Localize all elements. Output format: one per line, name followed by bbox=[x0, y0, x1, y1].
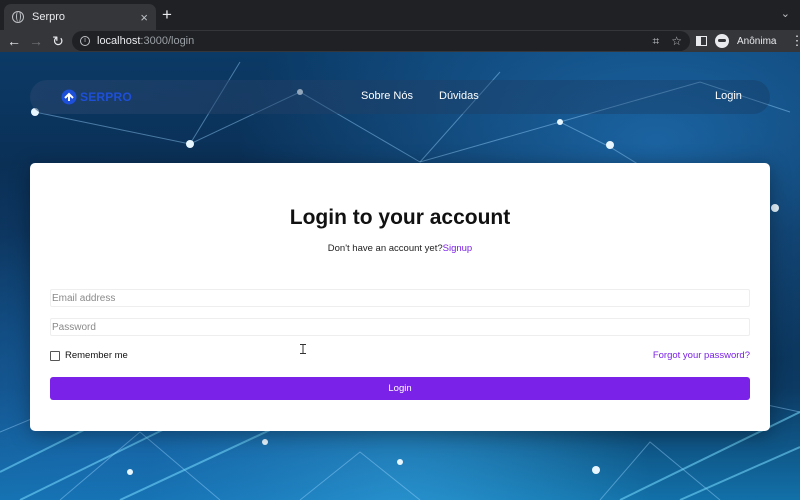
info-icon[interactable]: i bbox=[80, 36, 90, 46]
browser-menu-icon[interactable]: ⋮ bbox=[790, 33, 800, 49]
signup-link[interactable]: Signup bbox=[443, 243, 473, 254]
forward-button[interactable]: → bbox=[25, 30, 47, 52]
remember-me-checkbox[interactable] bbox=[50, 350, 60, 361]
brand-logo[interactable]: SERPRO bbox=[61, 89, 132, 105]
nav-link-duvidas[interactable]: Dúvidas bbox=[439, 90, 479, 102]
signup-prompt-line: Don't have an account yet?Signup bbox=[30, 243, 770, 254]
signup-prompt: Don't have an account yet? bbox=[327, 243, 443, 254]
incognito-label: Anônima bbox=[737, 35, 777, 47]
reload-button[interactable]: ↻ bbox=[47, 30, 69, 52]
bookmark-star-icon[interactable]: ☆ bbox=[671, 34, 682, 49]
translate-icon[interactable]: ⌗ bbox=[652, 34, 659, 49]
new-tab-button[interactable]: + bbox=[162, 6, 172, 24]
site-navbar: SERPRO Sobre Nós Dúvidas Login bbox=[30, 80, 770, 114]
globe-icon bbox=[12, 11, 24, 23]
login-card: Login to your account Don't have an acco… bbox=[30, 163, 770, 431]
incognito-icon[interactable] bbox=[715, 34, 729, 48]
page-viewport: SERPRO Sobre Nós Dúvidas Login Login to … bbox=[0, 52, 800, 500]
remember-me-label: Remember me bbox=[65, 350, 128, 361]
text-cursor-icon bbox=[300, 344, 306, 354]
email-field[interactable] bbox=[50, 289, 750, 307]
browser-tab[interactable]: Serpro × bbox=[4, 4, 156, 30]
side-panel-icon[interactable] bbox=[696, 36, 707, 46]
browser-tabstrip: Serpro × + ⌄ bbox=[0, 0, 800, 30]
forgot-password-link[interactable]: Forgot your password? bbox=[653, 350, 750, 361]
nav-login-link[interactable]: Login bbox=[715, 90, 742, 102]
url-path: :3000/login bbox=[140, 35, 195, 47]
back-button[interactable]: ← bbox=[3, 30, 25, 52]
login-button[interactable]: Login bbox=[50, 377, 750, 400]
tab-search-icon[interactable]: ⌄ bbox=[781, 7, 790, 20]
close-tab-icon[interactable]: × bbox=[140, 11, 148, 24]
serpro-logo-icon bbox=[61, 89, 77, 105]
tab-title: Serpro bbox=[32, 11, 66, 23]
remember-me[interactable]: Remember me bbox=[50, 350, 128, 361]
nav-link-sobre-nos[interactable]: Sobre Nós bbox=[361, 90, 413, 102]
password-field[interactable] bbox=[50, 318, 750, 336]
address-bar[interactable]: i localhost :3000/login ⌗ ☆ bbox=[72, 31, 690, 51]
browser-toolbar: ← → ↻ i localhost :3000/login ⌗ ☆ Anônim… bbox=[0, 30, 800, 52]
brand-name: SERPRO bbox=[80, 90, 132, 104]
url-host: localhost bbox=[97, 35, 141, 47]
page-title: Login to your account bbox=[289, 206, 511, 229]
